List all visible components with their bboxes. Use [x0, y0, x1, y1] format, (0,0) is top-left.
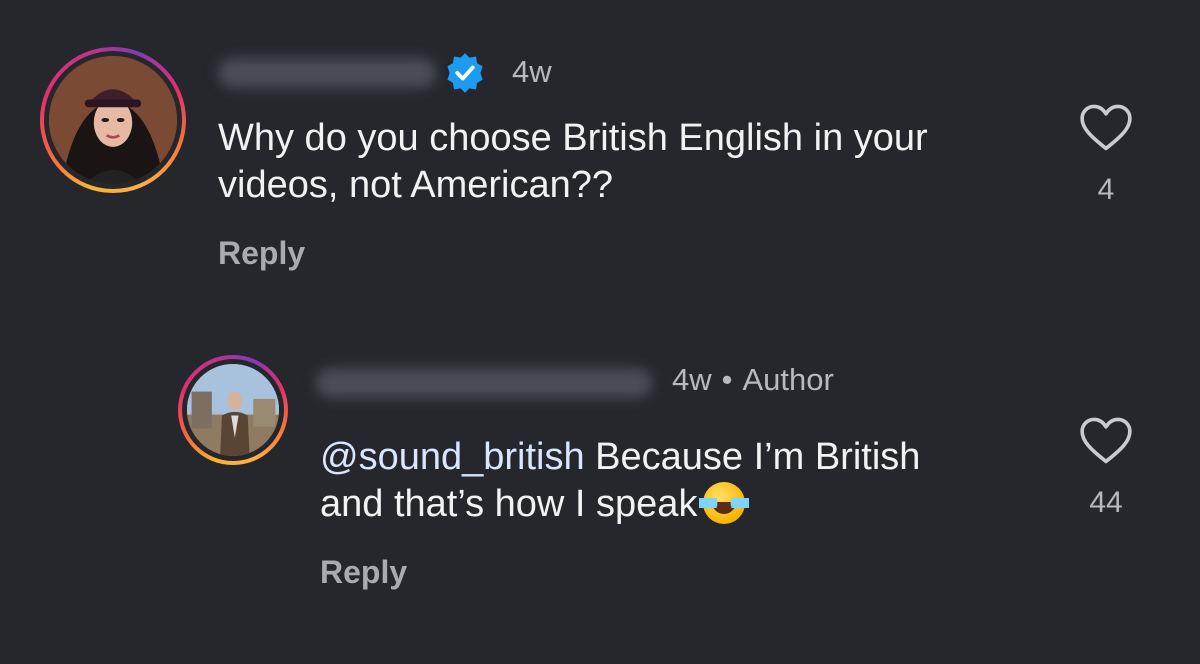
comment-time: 4w: [512, 54, 552, 89]
like-count: 4: [1097, 173, 1115, 206]
comment-text: Why do you choose British English in you…: [218, 117, 928, 206]
avatar-photo: [187, 364, 279, 456]
avatar-gap: [44, 51, 182, 189]
comments-thread: 4w Why do you choose British English in …: [0, 0, 1200, 664]
avatar[interactable]: [178, 355, 288, 465]
reply-button[interactable]: Reply: [320, 554, 407, 591]
comment: 4w Why do you choose British English in …: [0, 0, 1200, 320]
verified-badge-icon: [447, 53, 483, 93]
separator-dot: •: [721, 362, 733, 397]
person-portrait: [187, 364, 279, 456]
comment-text-line1: Because I’m British: [584, 436, 921, 478]
reply-button[interactable]: Reply: [218, 235, 305, 272]
comment-meta: 4w • Author: [672, 362, 834, 398]
like-control: 44: [1076, 416, 1136, 520]
heart-icon[interactable]: [1078, 103, 1134, 153]
face-with-tears-of-joy-icon: [699, 482, 750, 524]
like-control: 4: [1076, 103, 1136, 207]
reply-comment: 4w • Author @sound_british Because I’m Bri…: [0, 320, 1200, 664]
person-portrait: [49, 56, 177, 184]
like-count: 44: [1089, 486, 1123, 519]
mention-link[interactable]: @sound_british: [320, 436, 585, 478]
username-redacted[interactable]: [218, 58, 436, 88]
username-redacted[interactable]: [316, 368, 652, 398]
avatar[interactable]: [40, 47, 186, 193]
heart-icon[interactable]: [1078, 416, 1134, 466]
comment-text-line2: and that’s how I speak: [320, 483, 698, 525]
avatar-gap: [182, 359, 284, 461]
comment-time: 4w: [672, 362, 712, 397]
author-tag: Author: [742, 362, 834, 397]
comment-text: @sound_british Because I’m British and th…: [320, 434, 1040, 528]
avatar-photo: [49, 56, 177, 184]
